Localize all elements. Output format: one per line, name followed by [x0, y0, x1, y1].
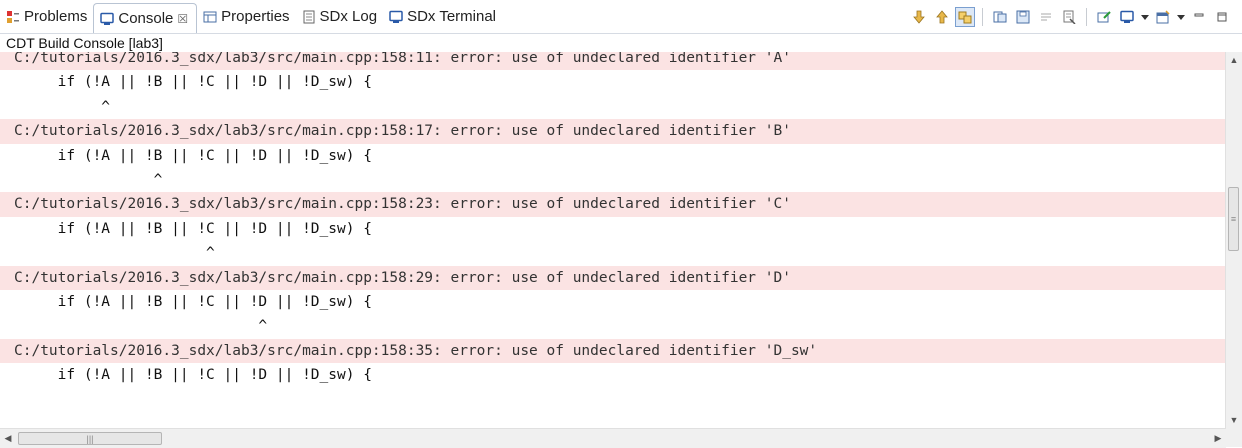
console-code-line: if (!A || !B || !C || !D || !D_sw) { [14, 74, 372, 91]
console-title: CDT Build Console [lab3] [6, 35, 163, 51]
tab-sdx-log[interactable]: SDx Log [296, 0, 384, 33]
save-log-icon[interactable] [1013, 7, 1033, 27]
console-error-line: C:/tutorials/2016.3_sdx/lab3/src/main.cp… [0, 52, 1226, 71]
tab-sdx-terminal[interactable]: SDx Terminal [383, 0, 502, 33]
log-icon [302, 10, 316, 24]
horizontal-scrollbar[interactable]: ◀ ||| ▶ [0, 428, 1226, 448]
console-code-line: if (!A || !B || !C || !D || !D_sw) { [14, 293, 372, 310]
view-tabs: Problems Console ☒ Properties SDx Log SD… [0, 0, 502, 33]
next-error-icon[interactable] [909, 7, 929, 27]
console-code-line: ^ [14, 171, 163, 188]
tab-console[interactable]: Console ☒ [93, 3, 198, 33]
scroll-down-icon[interactable]: ▼ [1226, 412, 1242, 428]
copy-build-log-icon[interactable] [990, 7, 1010, 27]
tab-label: SDx Terminal [407, 8, 497, 25]
tab-properties[interactable]: Properties [197, 0, 295, 33]
console-code-line: ^ [14, 245, 215, 262]
tab-label: Console [118, 10, 174, 27]
tab-problems[interactable]: Problems [0, 0, 93, 33]
console-lines: C:/tutorials/2016.3_sdx/lab3/src/main.cp… [0, 52, 1226, 387]
console-icon [100, 12, 115, 26]
previous-error-icon[interactable] [932, 7, 952, 27]
console-code-line: ^ [14, 318, 268, 335]
terminal-icon [389, 10, 403, 24]
minimize-icon[interactable] [1189, 7, 1209, 27]
scroll-left-icon[interactable]: ◀ [0, 429, 16, 448]
horizontal-scroll-thumb[interactable]: ||| [18, 432, 162, 445]
word-wrap-icon[interactable] [1036, 7, 1056, 27]
view-tab-bar: Problems Console ☒ Properties SDx Log SD… [0, 0, 1242, 34]
console-output[interactable]: C:/tutorials/2016.3_sdx/lab3/src/main.cp… [0, 52, 1226, 428]
close-icon[interactable]: ☒ [177, 12, 188, 26]
open-console-dropdown-icon[interactable] [1176, 7, 1186, 27]
toolbar-separator [982, 8, 983, 26]
console-code-line: ^ [14, 98, 111, 115]
pin-console-icon[interactable] [1094, 7, 1114, 27]
clear-console-icon[interactable] [1059, 7, 1079, 27]
console-code-line: if (!A || !B || !C || !D || !D_sw) { [14, 220, 372, 237]
console-code-line: if (!A || !B || !C || !D || !D_sw) { [14, 147, 372, 164]
console-toolbar [909, 5, 1232, 29]
toolbar-separator [1086, 8, 1087, 26]
problems-icon [6, 10, 20, 24]
tab-label: Problems [24, 8, 88, 25]
scroll-right-icon[interactable]: ▶ [1210, 429, 1226, 448]
console-error-line: C:/tutorials/2016.3_sdx/lab3/src/main.cp… [0, 338, 1226, 364]
display-selected-console-icon[interactable] [1117, 7, 1137, 27]
console-error-line: C:/tutorials/2016.3_sdx/lab3/src/main.cp… [0, 119, 1226, 144]
tab-label: SDx Log [319, 8, 378, 25]
link-with-editor-icon[interactable] [955, 7, 975, 27]
vertical-scroll-thumb[interactable]: ≡ [1228, 187, 1239, 251]
maximize-icon[interactable] [1212, 7, 1232, 27]
scrollbar-corner [1226, 428, 1242, 447]
vertical-scrollbar[interactable]: ▲ ≡ ▼ [1225, 52, 1242, 428]
properties-icon [203, 10, 217, 24]
scroll-up-icon[interactable]: ▲ [1226, 52, 1242, 68]
console-error-line: C:/tutorials/2016.3_sdx/lab3/src/main.cp… [0, 265, 1226, 290]
console-code-line: if (!A || !B || !C || !D || !D_sw) { [14, 367, 372, 384]
console-error-line: C:/tutorials/2016.3_sdx/lab3/src/main.cp… [0, 192, 1226, 217]
display-dropdown-icon[interactable] [1140, 7, 1150, 27]
tab-label: Properties [221, 8, 290, 25]
open-console-icon[interactable] [1153, 7, 1173, 27]
